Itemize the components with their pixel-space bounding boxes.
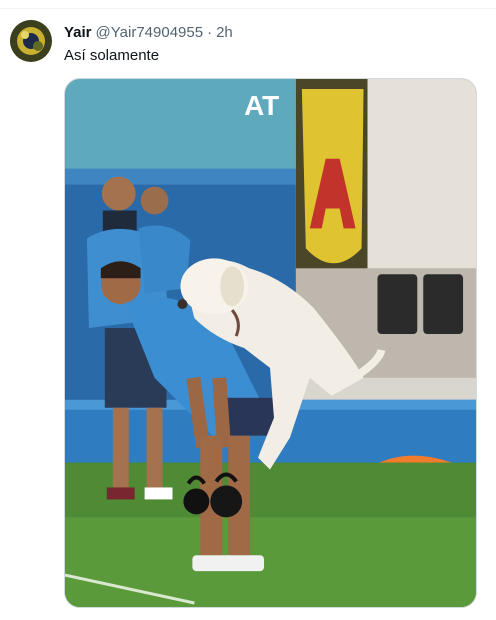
author-handle[interactable]: @Yair74904955 [96,24,204,41]
tweet-photo[interactable]: AT [64,78,477,608]
banner-text: AT [244,90,279,121]
tweet-text: Así solamente [64,47,160,64]
divider [0,8,496,9]
timestamp[interactable]: 2h [216,24,233,41]
photo-illustration: AT [65,79,476,607]
avatar[interactable] [10,20,52,62]
avatar-image [10,20,52,62]
tweet-header: Yair @Yair74904955 · 2h [64,22,233,42]
separator-dot: · [207,23,213,41]
author-name[interactable]: Yair [64,24,92,41]
